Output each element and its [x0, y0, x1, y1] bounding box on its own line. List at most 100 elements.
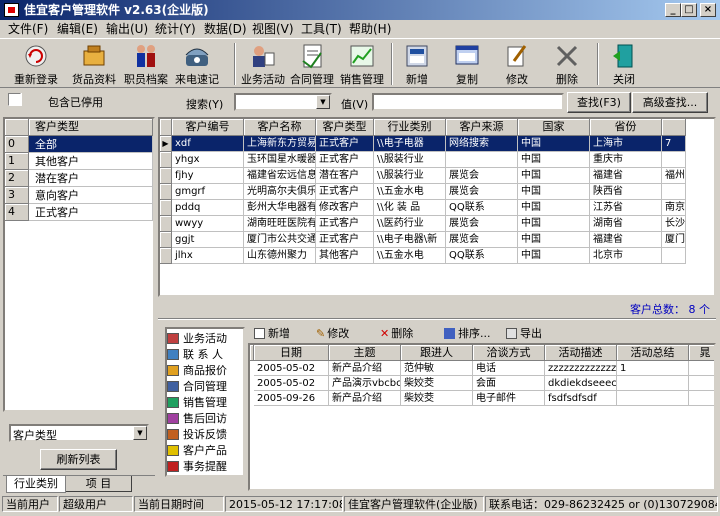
activity-cell[interactable]: 范仲敏 [401, 361, 473, 376]
call-note-button[interactable]: 来电速记 [168, 41, 226, 87]
activity-cell[interactable]: 新产品介绍 [329, 391, 401, 406]
customer-cell[interactable]: jlhx [172, 248, 244, 264]
activity-cell[interactable]: 新产品介绍 [329, 361, 401, 376]
menu-stats[interactable]: 统计(Y) [155, 20, 196, 38]
activity-column-header[interactable]: 洽谈方式 [473, 345, 545, 361]
customer-cell[interactable] [662, 248, 686, 264]
customer-cell[interactable]: \\化 装 品 [374, 200, 446, 216]
refresh-list-button[interactable]: 刷新列表 [40, 449, 117, 470]
type-row[interactable]: 意向客户 [29, 187, 153, 204]
customer-cell[interactable]: 展览会 [446, 216, 518, 232]
customer-column-header[interactable]: 客户类型 [316, 119, 374, 136]
customer-cell[interactable]: xdf [172, 136, 244, 152]
activity-cell[interactable] [617, 376, 689, 391]
customer-cell[interactable]: 正式客户 [316, 232, 374, 248]
nav-item[interactable]: 商品报价 [167, 363, 227, 378]
customer-cell[interactable]: 中国 [518, 248, 590, 264]
customer-cell[interactable]: 光明高尔夫俱乐 [244, 184, 316, 200]
customer-cell[interactable]: wwyy [172, 216, 244, 232]
activity-cell[interactable]: 2005-05-02 [254, 376, 329, 391]
customer-cell[interactable]: 上海新东方贸易 [244, 136, 316, 152]
value-input[interactable] [372, 93, 564, 111]
customer-column-header[interactable]: 行业类别 [374, 119, 446, 136]
customer-cell[interactable]: 陕西省 [590, 184, 662, 200]
title-bar[interactable]: 佳宜客户管理软件 v2.63(企业版) _ □ × [0, 0, 720, 20]
minimize-button[interactable]: _ [665, 3, 681, 17]
customer-cell[interactable]: \\五金水电 [374, 184, 446, 200]
customer-cell[interactable]: 上海市 [590, 136, 662, 152]
menu-file[interactable]: 文件(F) [8, 20, 48, 38]
detail-sort-button[interactable]: 排序... [444, 325, 491, 341]
customer-cell[interactable]: 山东德州聚力 [244, 248, 316, 264]
customer-cell[interactable]: 江苏省 [590, 200, 662, 216]
customer-cell[interactable]: 正式客户 [316, 184, 374, 200]
include-disabled-checkbox[interactable] [8, 93, 22, 106]
nav-item[interactable]: 事务提醒 [167, 459, 227, 474]
customer-column-header[interactable]: 省份 [590, 119, 662, 136]
activity-column-header[interactable]: 活动总结 [617, 345, 689, 361]
customer-cell[interactable]: 福州 [662, 168, 686, 184]
chevron-down-icon[interactable]: ▼ [316, 95, 330, 109]
customer-column-header[interactable]: 客户来源 [446, 119, 518, 136]
customer-cell[interactable]: ggjt [172, 232, 244, 248]
search-field-combo[interactable]: ▼ [234, 93, 332, 111]
menu-help[interactable]: 帮助(H) [349, 20, 391, 38]
activity-cell[interactable]: 1 [617, 361, 689, 376]
relogin-button[interactable]: 重新登录 [7, 41, 65, 87]
nav-item[interactable]: 销售管理 [167, 395, 227, 410]
advanced-find-button[interactable]: 高级查找... [632, 92, 708, 113]
menu-data[interactable]: 数据(D) [204, 20, 247, 38]
tab-industry[interactable]: 行业类别 [6, 476, 66, 493]
menu-edit[interactable]: 编辑(E) [57, 20, 98, 38]
customer-cell[interactable]: fjhy [172, 168, 244, 184]
customer-cell[interactable]: \\服装行业 [374, 152, 446, 168]
customer-cell[interactable]: \\服装行业 [374, 168, 446, 184]
activity-cell[interactable]: 柴姣茭 [401, 391, 473, 406]
menu-view[interactable]: 视图(V) [252, 20, 294, 38]
customer-cell[interactable]: pddq [172, 200, 244, 216]
activity-cell[interactable]: 会面 [473, 376, 545, 391]
customer-column-header[interactable]: 客户名称 [244, 119, 316, 136]
activity-cell[interactable]: 电子邮件 [473, 391, 545, 406]
find-button[interactable]: 查找(F3) [567, 92, 631, 113]
customer-cell[interactable]: 正式客户 [316, 216, 374, 232]
customer-cell[interactable]: 中国 [518, 136, 590, 152]
customer-cell[interactable]: 中国 [518, 216, 590, 232]
activity-column-header[interactable]: 日期 [254, 345, 329, 361]
activity-cell[interactable] [689, 376, 714, 391]
activity-cell[interactable]: 2005-09-26 [254, 391, 329, 406]
activity-cell[interactable]: 2005-05-02 [254, 361, 329, 376]
maximize-button[interactable]: □ [681, 3, 697, 17]
delete-button[interactable]: 删除 [538, 41, 596, 87]
customer-column-header[interactable] [662, 119, 686, 136]
goods-button[interactable]: 货品资料 [65, 41, 123, 87]
customer-cell[interactable]: 中国 [518, 184, 590, 200]
activity-cell[interactable]: fsdfsdfsdf [545, 391, 617, 406]
tab-project[interactable]: 项 目 [66, 476, 132, 492]
customer-column-header[interactable]: 国家 [518, 119, 590, 136]
activity-cell[interactable]: 电话 [473, 361, 545, 376]
nav-item[interactable]: 客户产品 [167, 443, 227, 458]
customer-column-header[interactable]: 客户编号 [172, 119, 244, 136]
customer-cell[interactable]: 中国 [518, 152, 590, 168]
customer-cell[interactable]: yhgx [172, 152, 244, 168]
activity-cell[interactable]: 产品演示vbcbc [329, 376, 401, 391]
detail-delete-button[interactable]: ✕ 删除 [380, 325, 413, 341]
customer-cell[interactable]: 正式客户 [316, 152, 374, 168]
nav-item[interactable]: 售后回访 [167, 411, 227, 426]
customer-cell[interactable]: 厦门 [662, 232, 686, 248]
detail-export-button[interactable]: 导出 [506, 325, 542, 341]
customer-cell[interactable]: QQ联系 [446, 200, 518, 216]
customer-cell[interactable]: \\五金水电 [374, 248, 446, 264]
customer-cell[interactable] [662, 184, 686, 200]
staff-button[interactable]: 职员档案 [117, 41, 175, 87]
type-row[interactable]: 全部 [29, 136, 153, 153]
customer-cell[interactable]: 福建省 [590, 168, 662, 184]
customer-cell[interactable]: 中国 [518, 200, 590, 216]
customer-cell[interactable]: 北京市 [590, 248, 662, 264]
customer-cell[interactable]: QQ联系 [446, 248, 518, 264]
customer-cell[interactable]: \\电子电器 [374, 136, 446, 152]
customer-cell[interactable]: 其他客户 [316, 248, 374, 264]
detail-add-button[interactable]: 新增 [254, 325, 290, 341]
customer-cell[interactable]: 修改客户 [316, 200, 374, 216]
